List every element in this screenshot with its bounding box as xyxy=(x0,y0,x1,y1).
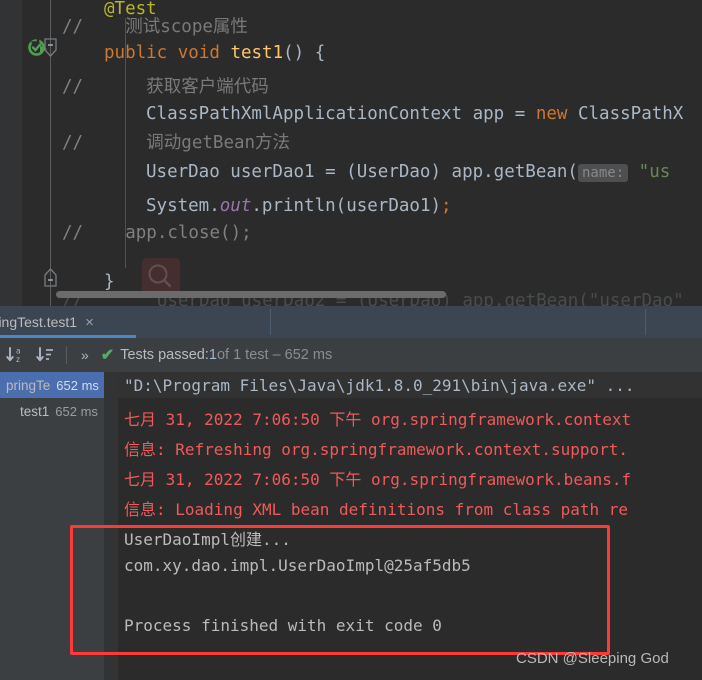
code-token: // app.close(); xyxy=(62,223,252,243)
code-token: } xyxy=(104,272,115,292)
code-token: ; xyxy=(441,196,452,216)
code-token: 测试scope属性 xyxy=(125,17,248,37)
expand-toolbar-icon[interactable]: » xyxy=(73,347,97,363)
test-status: ✔ Tests passed: 1 of 1 test – 652 ms xyxy=(101,345,332,365)
sort-by-duration-icon[interactable] xyxy=(30,340,60,370)
test-toolbar: a z » ✔ Tests passed: 1 of 1 test – 652 … xyxy=(0,338,702,372)
code-line: UserDao userDao1 = (UserDao) app.getBean… xyxy=(146,155,670,191)
code-token: 获取客户端代码 xyxy=(146,77,269,97)
code-token: new xyxy=(535,104,578,124)
code-token: // xyxy=(62,17,126,37)
test-tree-row[interactable]: test1 652 ms xyxy=(0,398,104,424)
tab-divider xyxy=(645,309,646,335)
test-tree-row-duration: 652 ms xyxy=(55,403,98,419)
console-line: "D:\Program Files\Java\jdk1.8.0_291\bin\… xyxy=(124,376,635,395)
code-line: public void test1() { xyxy=(104,36,325,71)
status-label-prefix: Tests passed: xyxy=(120,347,209,363)
console-line: com.xy.dao.impl.UserDaoImpl@25af5db5 xyxy=(124,556,471,575)
code-token: .println(userDao1) xyxy=(251,196,442,216)
code-token: 调动getBean方法 xyxy=(146,133,291,153)
console-line: 七月 31, 2022 7:06:50 下午 org.springframewo… xyxy=(124,470,632,489)
tab-label: pringTest.test1 xyxy=(0,314,78,330)
code-token: test1 xyxy=(230,43,284,63)
editor-hscrollbar-thumb[interactable] xyxy=(56,291,446,298)
console-line: Process finished with exit code 0 xyxy=(124,616,442,635)
code-token: name: xyxy=(577,164,629,182)
code-token: // xyxy=(62,133,147,153)
code-token: // xyxy=(62,77,147,97)
test-tree-row-duration: 652 ms xyxy=(56,377,99,393)
console-line: 信息: Loading XML bean definitions from cl… xyxy=(124,500,629,519)
code-token: "us xyxy=(628,162,671,182)
sort-alphabetically-icon[interactable]: a z xyxy=(0,340,30,370)
close-icon[interactable]: × xyxy=(85,314,94,331)
console-line: 七月 31, 2022 7:06:50 下午 org.springframewo… xyxy=(124,410,632,429)
code-editor[interactable]: @Test// 测试scope属性 public void test1() {//… xyxy=(0,0,702,306)
test-tree-row-name: test1 xyxy=(20,403,50,419)
editor-left-strip xyxy=(0,0,22,306)
watermark-text: CSDN @Sleeping God xyxy=(516,650,669,667)
console-left-strip xyxy=(104,372,118,680)
console-line: 信息: Refreshing org.springframework.conte… xyxy=(124,440,629,459)
console-output[interactable]: "D:\Program Files\Java\jdk1.8.0_291\bin\… xyxy=(118,372,702,680)
ide-window: @Test// 测试scope属性 public void test1() {//… xyxy=(0,0,702,680)
toolbar-divider xyxy=(66,346,67,364)
tab-divider xyxy=(270,309,271,335)
code-token: public xyxy=(104,43,178,63)
check-icon: ✔ xyxy=(100,347,115,364)
test-tree-row[interactable]: pringTe 652 ms xyxy=(0,372,104,398)
run-tab-bar: pringTest.test1 × xyxy=(0,306,702,338)
code-line: // app.close(); xyxy=(62,216,252,251)
status-passed-count: 1 xyxy=(208,347,217,363)
code-token: out xyxy=(219,196,252,216)
tab-spring-test[interactable]: pringTest.test1 × xyxy=(0,306,136,338)
test-tree-rows: pringTe 652 ms test1 652 ms xyxy=(0,372,104,424)
code-token: void xyxy=(177,43,231,63)
svg-text:z: z xyxy=(16,355,20,364)
run-test-panel: pringTest.test1 × a z xyxy=(0,306,702,680)
test-result-tree[interactable]: pringTe 652 ms test1 652 ms xyxy=(0,372,104,680)
code-token: System. xyxy=(146,196,220,216)
test-tree-row-name: pringTe xyxy=(6,377,51,393)
status-label-suffix: of 1 test – 652 ms xyxy=(216,347,333,363)
code-token: ClassPathX xyxy=(577,104,684,124)
code-token: UserDao userDao1 = (UserDao) app.getBean… xyxy=(146,162,578,182)
code-token: ClassPathXmlApplicationContext app = xyxy=(146,104,536,124)
console-line: UserDaoImpl创建... xyxy=(124,530,291,549)
code-token: () { xyxy=(283,43,326,63)
